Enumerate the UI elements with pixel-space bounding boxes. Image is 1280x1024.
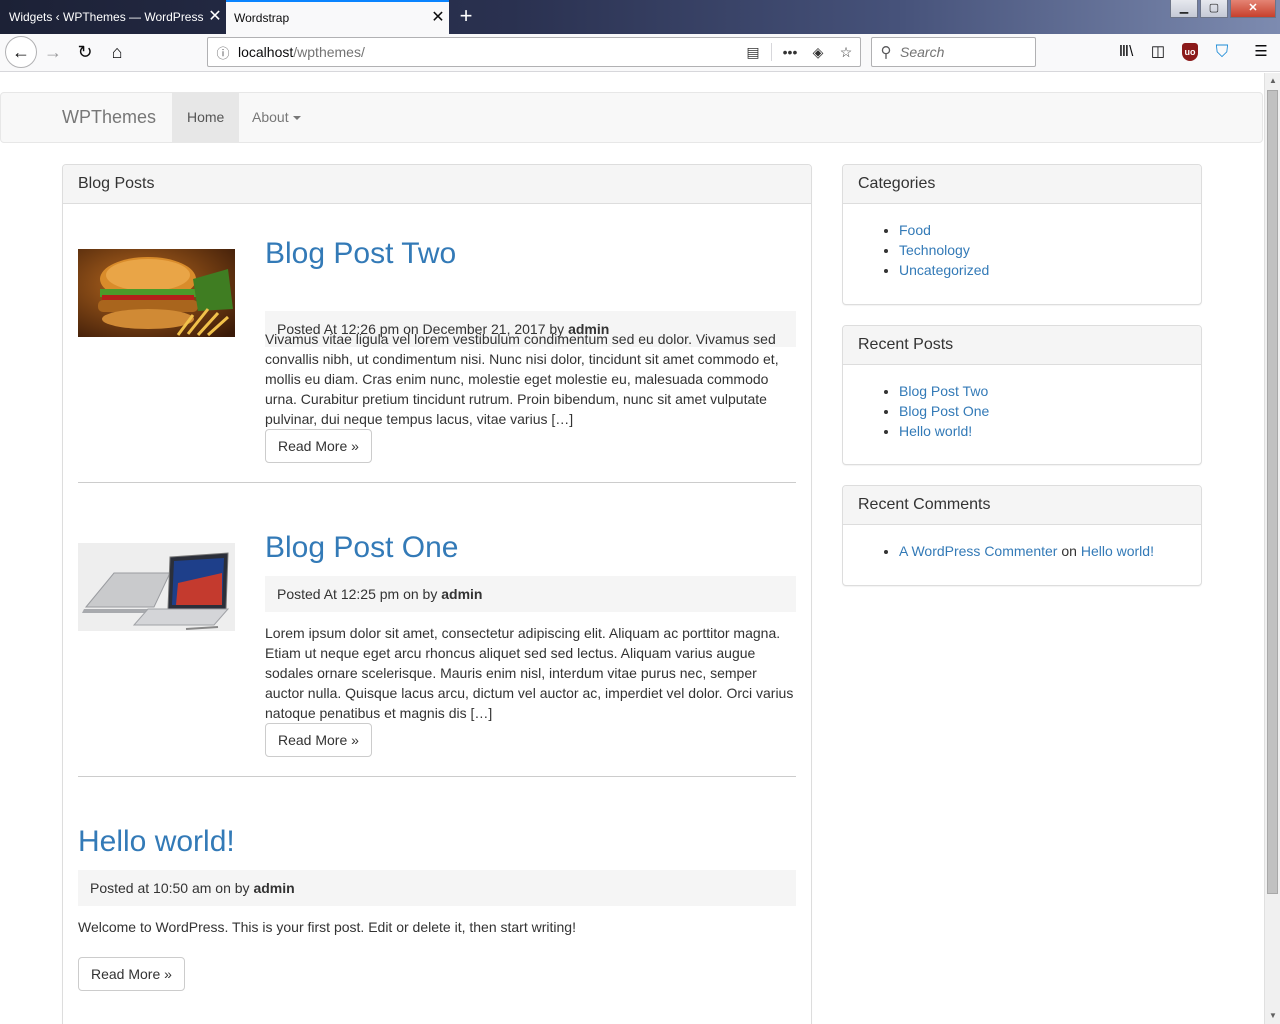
recent-post-link[interactable]: Hello world! bbox=[899, 423, 972, 439]
category-list: Food Technology Uncategorized bbox=[843, 204, 1201, 280]
url-path: /wpthemes/ bbox=[293, 44, 365, 60]
caret-down-icon bbox=[292, 116, 301, 121]
post-meta-text: Posted At 12:25 pm on by bbox=[277, 586, 438, 602]
post-thumbnail-burger[interactable] bbox=[78, 249, 235, 337]
post-title[interactable]: Blog Post Two bbox=[265, 237, 456, 271]
comment-author-link[interactable]: A WordPress Commenter bbox=[899, 543, 1057, 559]
category-link-uncategorized[interactable]: Uncategorized bbox=[899, 262, 989, 278]
nav-home[interactable]: Home bbox=[172, 93, 240, 142]
list-item: Blog Post One bbox=[899, 401, 1201, 421]
post-title[interactable]: Blog Post One bbox=[265, 531, 458, 565]
tab-title: Wordstrap bbox=[234, 11, 290, 25]
site-navbar: WPThemes Home About bbox=[0, 92, 1263, 143]
browser-toolbar: ← → ↻ ⌂ ⓘ localhost/wpthemes/ ▤ ••• ◈ ☆ … bbox=[0, 34, 1280, 72]
search-bar[interactable]: ⚲ Search bbox=[871, 37, 1036, 67]
close-icon[interactable]: ✕ bbox=[204, 9, 226, 25]
post-title[interactable]: Hello world! bbox=[78, 825, 235, 859]
url-separator bbox=[771, 43, 772, 61]
url-host: localhost bbox=[238, 44, 294, 60]
tab-strip: Widgets ‹ WPThemes — WordPress ✕ Wordstr… bbox=[0, 0, 1280, 34]
post-meta: Posted at 10:50 am on by admin bbox=[78, 870, 796, 906]
scroll-up-arrow-icon[interactable]: ▲ bbox=[1265, 73, 1280, 89]
category-link-food[interactable]: Food bbox=[899, 222, 931, 238]
widget-heading: Categories bbox=[843, 165, 1201, 204]
read-more-button[interactable]: Read More » bbox=[78, 957, 185, 991]
post-divider bbox=[78, 482, 796, 483]
page-actions-icon[interactable]: ••• bbox=[776, 44, 804, 60]
post-thumbnail-laptop[interactable] bbox=[78, 543, 235, 631]
close-icon[interactable]: ✕ bbox=[427, 10, 449, 26]
sidebar-icon[interactable]: ◫ bbox=[1146, 40, 1170, 64]
ublock-icon[interactable]: uo bbox=[1182, 43, 1198, 61]
recent-comments-list: A WordPress Commenter on Hello world! bbox=[843, 525, 1201, 561]
categories-widget: Categories Food Technology Uncategorized bbox=[842, 164, 1202, 305]
recent-post-link[interactable]: Blog Post Two bbox=[899, 383, 988, 399]
recent-posts-widget: Recent Posts Blog Post Two Blog Post One… bbox=[842, 325, 1202, 465]
list-item: Blog Post Two bbox=[899, 381, 1201, 401]
tab-title: Widgets ‹ WPThemes — WordPress bbox=[9, 10, 204, 24]
read-more-button[interactable]: Read More » bbox=[265, 723, 372, 757]
forward-button[interactable]: → bbox=[38, 37, 68, 67]
widget-heading: Recent Posts bbox=[843, 326, 1201, 365]
post-author: admin bbox=[253, 880, 295, 896]
comment-post-link[interactable]: Hello world! bbox=[1081, 543, 1154, 559]
widget-heading: Recent Comments bbox=[843, 486, 1201, 525]
pocket-icon[interactable]: ◈ bbox=[804, 44, 832, 61]
reload-button[interactable]: ↻ bbox=[70, 37, 100, 67]
list-item: Hello world! bbox=[899, 421, 1201, 441]
page-scrollbar[interactable]: ▲ ▼ bbox=[1264, 73, 1280, 1024]
scroll-down-arrow-icon[interactable]: ▼ bbox=[1265, 1008, 1280, 1024]
nav-about[interactable]: About bbox=[237, 93, 316, 142]
recent-posts-list: Blog Post Two Blog Post One Hello world! bbox=[843, 365, 1201, 441]
panel-heading: Blog Posts bbox=[63, 165, 811, 204]
tab-wordstrap[interactable]: Wordstrap ✕ bbox=[226, 0, 449, 34]
site-brand[interactable]: WPThemes bbox=[62, 93, 156, 142]
menu-icon[interactable]: ☰ bbox=[1249, 40, 1273, 64]
post-meta: Posted At 12:25 pm on by admin bbox=[265, 576, 796, 612]
url-bar[interactable]: ⓘ localhost/wpthemes/ ▤ ••• ◈ ☆ bbox=[207, 37, 861, 67]
list-item: Food bbox=[899, 220, 1201, 240]
search-input[interactable]: Search bbox=[900, 44, 944, 60]
home-button[interactable]: ⌂ bbox=[102, 37, 132, 67]
library-icon[interactable]: Ⅲ\ bbox=[1114, 40, 1138, 64]
blog-posts-panel: Blog Posts Blog Post Two Posted At 12:26… bbox=[62, 164, 812, 1024]
url-text[interactable]: localhost/wpthemes/ bbox=[238, 44, 739, 60]
nav-about-label: About bbox=[252, 109, 289, 125]
info-icon[interactable]: ⓘ bbox=[208, 43, 238, 62]
post-excerpt: Welcome to WordPress. This is your first… bbox=[78, 919, 576, 935]
post-divider bbox=[78, 776, 796, 777]
reader-view-icon[interactable]: ▤ bbox=[739, 44, 767, 61]
laptop-photo bbox=[78, 543, 235, 631]
shield-icon[interactable]: ⛉ bbox=[1210, 40, 1234, 64]
comment-on-text: on bbox=[1061, 543, 1077, 559]
window-controls: ▁ ▢ ✕ bbox=[1170, 0, 1276, 18]
list-item: Technology bbox=[899, 240, 1201, 260]
new-tab-button[interactable]: + bbox=[452, 4, 480, 30]
post-excerpt: Vivamus vitae ligula vel lorem vestibulu… bbox=[265, 331, 779, 427]
minimize-button[interactable]: ▁ bbox=[1170, 0, 1198, 18]
tab-widgets[interactable]: Widgets ‹ WPThemes — WordPress ✕ bbox=[0, 0, 226, 34]
burger-photo bbox=[78, 249, 235, 337]
bookmark-star-icon[interactable]: ☆ bbox=[832, 44, 860, 61]
window-close-button[interactable]: ✕ bbox=[1230, 0, 1276, 18]
recent-comments-widget: Recent Comments A WordPress Commenter on… bbox=[842, 485, 1202, 586]
post-author: admin bbox=[441, 586, 483, 602]
list-item: Uncategorized bbox=[899, 260, 1201, 280]
maximize-button[interactable]: ▢ bbox=[1200, 0, 1228, 18]
read-more-button[interactable]: Read More » bbox=[265, 429, 372, 463]
list-item: A WordPress Commenter on Hello world! bbox=[899, 541, 1201, 561]
search-icon: ⚲ bbox=[880, 44, 892, 61]
page-viewport: WPThemes Home About Blog Posts Blog Post… bbox=[0, 73, 1264, 1024]
back-button[interactable]: ← bbox=[5, 36, 37, 68]
post-meta-text: Posted at 10:50 am on by bbox=[90, 880, 250, 896]
category-link-technology[interactable]: Technology bbox=[899, 242, 970, 258]
scrollbar-thumb[interactable] bbox=[1267, 90, 1278, 894]
post-excerpt: Lorem ipsum dolor sit amet, consectetur … bbox=[265, 625, 794, 721]
recent-post-link[interactable]: Blog Post One bbox=[899, 403, 989, 419]
